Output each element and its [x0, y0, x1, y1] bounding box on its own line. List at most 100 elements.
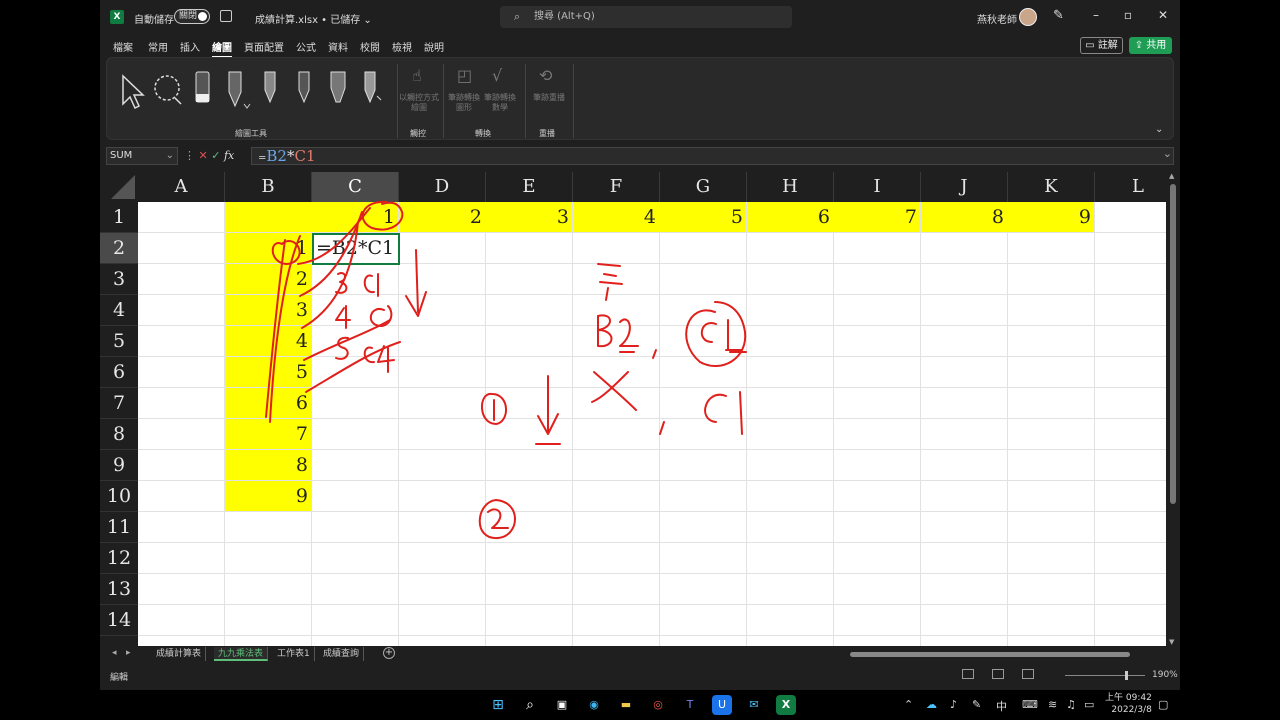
tab-insert[interactable]: 插入 — [180, 39, 200, 54]
column-header-d[interactable]: D — [399, 172, 486, 202]
sheet-tab-grades[interactable]: 成績計算表 — [152, 647, 207, 661]
chevron-up-icon[interactable]: ⌃ — [904, 698, 913, 711]
column-header-h[interactable]: H — [747, 172, 834, 202]
cell-c2-editing[interactable]: =B2*C1 — [312, 233, 400, 265]
column-header-c[interactable]: C — [312, 172, 399, 202]
tab-data[interactable]: 資料 — [328, 39, 348, 54]
vertical-scrollbar[interactable]: ▲ ▼ — [1166, 172, 1180, 646]
cell-b3[interactable]: 2 — [225, 264, 312, 295]
user-name[interactable]: 燕秋老師 — [977, 11, 1017, 26]
prev-sheet-icon[interactable]: ◂ — [112, 648, 117, 658]
highlighter-icon[interactable] — [330, 71, 346, 103]
touch-draw-icon[interactable]: ☝ — [412, 66, 422, 85]
start-icon[interactable]: ⊞ — [488, 695, 508, 715]
row-header-9[interactable]: 9 — [100, 450, 138, 481]
battery-icon[interactable]: ▭ — [1084, 698, 1094, 711]
teams-icon[interactable]: T — [680, 695, 700, 715]
column-header-k[interactable]: K — [1008, 172, 1095, 202]
restore-icon[interactable]: ▫ — [1118, 8, 1138, 22]
tab-formulas[interactable]: 公式 — [296, 39, 316, 54]
column-header-e[interactable]: E — [486, 172, 573, 202]
lasso-icon[interactable] — [154, 75, 182, 105]
sheet-tab-multiplication[interactable]: 九九乘法表 — [214, 647, 269, 661]
column-header-g[interactable]: G — [660, 172, 747, 202]
cell-b5[interactable]: 4 — [225, 326, 312, 357]
cell-j1[interactable]: 8 — [921, 202, 1008, 233]
cell-b6[interactable]: 5 — [225, 357, 312, 388]
page-break-view-icon[interactable] — [1022, 669, 1034, 679]
pen-dark-icon[interactable] — [298, 71, 310, 104]
column-header-j[interactable]: J — [921, 172, 1008, 202]
column-header-a[interactable]: A — [138, 172, 225, 202]
row-header-13[interactable]: 13 — [100, 574, 138, 605]
cell-c1[interactable]: 1 — [312, 202, 399, 233]
pen-icon[interactable]: ✎ — [1053, 8, 1064, 23]
ink-replay-icon[interactable]: ⟲ — [539, 66, 552, 85]
normal-view-icon[interactable] — [962, 669, 974, 679]
avatar[interactable] — [1019, 8, 1037, 26]
action-pen-icon[interactable] — [364, 71, 382, 104]
row-header-8[interactable]: 8 — [100, 419, 138, 450]
hscroll-thumb[interactable] — [850, 652, 1130, 657]
tab-view[interactable]: 檢視 — [392, 39, 412, 54]
mail-icon[interactable]: ✉ — [744, 695, 764, 715]
pen-black-icon[interactable] — [228, 71, 251, 109]
row-header-10[interactable]: 10 — [100, 481, 138, 512]
row-header-4[interactable]: 4 — [100, 295, 138, 326]
row-header-2[interactable]: 2 — [100, 233, 138, 264]
search-box[interactable]: ⌕ 搜尋 (Alt+Q) — [500, 6, 792, 28]
row-header-11[interactable]: 11 — [100, 512, 138, 543]
search-icon[interactable]: ⌕ — [520, 695, 540, 715]
autosave-toggle[interactable]: 關閉 — [174, 9, 210, 24]
row-header-1[interactable]: 1 — [100, 202, 138, 233]
cell-g1[interactable]: 5 — [660, 202, 747, 233]
chrome-icon[interactable]: ◎ — [648, 695, 668, 715]
cancel-icon[interactable]: ✕ — [199, 149, 212, 162]
comment-button[interactable]: ▭ 註解 — [1080, 37, 1123, 54]
cell-b4[interactable]: 3 — [225, 295, 312, 326]
cell-d1[interactable]: 2 — [399, 202, 486, 233]
next-sheet-icon[interactable]: ▸ — [126, 648, 131, 658]
close-icon[interactable]: ✕ — [1153, 8, 1173, 22]
chevron-down-icon[interactable]: ⌄ — [166, 148, 174, 164]
folder-icon[interactable]: ▬ — [616, 695, 636, 715]
save-icon[interactable] — [220, 10, 232, 22]
horizontal-scrollbar[interactable] — [840, 650, 1170, 658]
cell-b10[interactable]: 9 — [225, 481, 312, 512]
share-button[interactable]: ⇪ 共用 — [1129, 37, 1172, 54]
chevron-down-icon[interactable]: ⌄ — [1155, 124, 1163, 135]
zoom-slider[interactable] — [1065, 671, 1145, 680]
row-header-12[interactable]: 12 — [100, 543, 138, 574]
volume-icon[interactable]: ♫ — [1066, 698, 1076, 711]
name-box[interactable]: SUM ⌄ — [106, 147, 178, 165]
document-title[interactable]: 成績計算.xlsx • 已儲存 ⌄ — [255, 11, 372, 26]
tab-file[interactable]: 檔案 — [113, 39, 133, 54]
cell-b9[interactable]: 8 — [225, 450, 312, 481]
excel-taskbar-icon[interactable]: X — [776, 695, 796, 715]
cell-b8[interactable]: 7 — [225, 419, 312, 450]
cells-area[interactable]: 1 2 3 4 5 6 7 8 9 1 2 3 4 5 6 7 8 9 =B2*C1 — [138, 202, 1166, 646]
row-header-14[interactable]: 14 — [100, 605, 138, 636]
scroll-up-icon[interactable]: ▲ — [1169, 172, 1174, 180]
minimize-icon[interactable]: – — [1086, 8, 1106, 22]
ime-indicator[interactable]: 中 — [996, 698, 1007, 714]
tab-review[interactable]: 校閱 — [360, 39, 380, 54]
column-header-l[interactable]: L — [1095, 172, 1166, 202]
scroll-thumb[interactable] — [1170, 184, 1176, 504]
tab-help[interactable]: 說明 — [424, 39, 444, 54]
edge-icon[interactable]: ◉ — [584, 695, 604, 715]
cell-f1[interactable]: 4 — [573, 202, 660, 233]
select-arrow-icon[interactable] — [122, 74, 145, 110]
row-header-3[interactable]: 3 — [100, 264, 138, 295]
cell-e1[interactable]: 3 — [486, 202, 573, 233]
mic-icon[interactable]: ♪ — [950, 698, 957, 711]
cell-b7[interactable]: 6 — [225, 388, 312, 419]
row-header-5[interactable]: 5 — [100, 326, 138, 357]
clock[interactable]: 上午 09:42 2022/3/8 — [1105, 692, 1152, 716]
scroll-down-icon[interactable]: ▼ — [1169, 638, 1174, 646]
ink-to-math-icon[interactable]: √ — [492, 66, 502, 85]
add-sheet-icon[interactable]: + — [383, 647, 395, 659]
more-icon[interactable]: ⋮ — [184, 149, 199, 162]
enter-icon[interactable]: ✓ — [211, 149, 224, 162]
column-header-f[interactable]: F — [573, 172, 660, 202]
